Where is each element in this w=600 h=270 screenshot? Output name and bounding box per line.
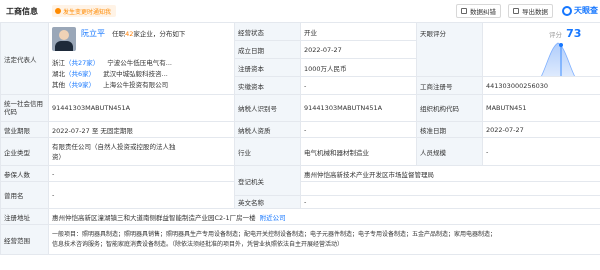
type-value-line1: 有限责任公司（自然人投资或控股的法人独 (52, 142, 176, 151)
orgcode-label: 组织机构代码 (416, 94, 483, 122)
engname-value: - (300, 195, 600, 209)
taxid-value: 91441303MABUTN451A (300, 94, 417, 122)
nearby-companies-link[interactable]: 附近公司 (260, 214, 286, 222)
staff-value: - (482, 137, 600, 166)
taxqual-label: 纳税人资质 (234, 121, 301, 138)
scope-line2: 信息技术咨询服务；智能家庭消费设备制造。（除依法须经批准的项目外，凭营业执照依法… (52, 240, 344, 248)
logo-icon (562, 5, 572, 16)
dist-count[interactable]: （共9家） (65, 81, 95, 89)
rep-cell: 阮立平 任职42家企业，分布如下 浙江（共27家） 宁波公牛低压电气有... 湖北… (48, 22, 235, 95)
scope-line1: 一般项目：照明器具制造；照明器具销售；照明器具生产专用设备制造；配电开关控制设备… (52, 230, 497, 238)
type-label: 企业类型 (0, 137, 49, 166)
export-icon (513, 8, 519, 14)
established-label: 成立日期 (234, 40, 301, 59)
term-label: 营业期限 (0, 121, 49, 138)
formername-value: - (48, 181, 235, 209)
rep-name[interactable]: 阮立平 (81, 29, 105, 38)
approve-label: 核准日期 (416, 121, 483, 138)
industry-label: 行业 (234, 137, 301, 166)
score-cell[interactable]: 评分 73 (482, 22, 600, 77)
insured-value: - (48, 165, 235, 182)
regno-value: 441303000256030 (482, 76, 600, 95)
logo-text: 天眼查 (574, 6, 598, 15)
established-value: 2022-07-27 (300, 40, 417, 59)
dist-row: 湖北（共6家） 武汉中城弘毅科技咨... (52, 69, 172, 80)
score-readout: 评分 73 (549, 27, 581, 40)
report-error-button[interactable]: 数据纠错 (456, 4, 501, 18)
status-label: 经营状态 (234, 22, 301, 41)
paid-capital-label: 实缴资本 (234, 76, 301, 95)
score-distribution-area (541, 43, 575, 76)
approve-value: 2022-07-27 (482, 121, 600, 138)
dist-company[interactable]: 武汉中城弘毅科技咨... (103, 70, 168, 78)
report-error-label: 数据纠错 (470, 8, 496, 16)
avatar[interactable] (52, 27, 76, 51)
notify-badge[interactable]: 发生变更时通知我 (52, 5, 117, 17)
scope-label: 经营范围 (0, 224, 49, 255)
status-value: 开业 (300, 22, 417, 41)
dist-region: 湖北 (52, 70, 65, 78)
section-title: 工商信息 (6, 7, 38, 16)
business-info-table: 法定代表人 阮立平 任职42家企业，分布如下 浙江（共27家） 宁波公牛低压电气有… (0, 22, 600, 255)
export-button[interactable]: 导出数据 (508, 4, 553, 18)
address-cell: 惠州仲恺高新区潼湖镇三和大道南侧群益智能制造产业园C2-1厂房一楼 附近公司 (48, 208, 600, 225)
dist-row: 浙江（共27家） 宁波公牛低压电气有... (52, 58, 172, 69)
rep-summary: 阮立平 任职42家企业，分布如下 (81, 28, 185, 39)
dist-count[interactable]: （共6家） (65, 70, 95, 78)
authority-spacer (300, 181, 600, 196)
engname-label: 英文名称 (234, 195, 301, 209)
rep-role-post: 家企业，分布如下 (133, 30, 186, 38)
dist-company[interactable]: 上海公牛投资有限公司 (103, 81, 168, 89)
taxid-label: 纳税人识别号 (234, 94, 301, 122)
capital-value: 1000万人民币 (300, 58, 417, 77)
score-value: 73 (566, 27, 582, 40)
score-marker-dot (559, 43, 563, 47)
insured-label: 参保人数 (0, 165, 49, 182)
bell-icon (55, 8, 61, 14)
type-value-line2: 资） (52, 152, 65, 161)
export-label: 导出数据 (522, 8, 548, 16)
section-header: 工商信息 发生变更时通知我 数据纠错 导出数据 天眼查 (0, 0, 600, 22)
dist-region: 其他 (52, 81, 65, 89)
dist-company[interactable]: 宁波公牛低压电气有... (107, 59, 172, 67)
staff-label: 人员规模 (416, 137, 483, 166)
formername-label: 曾用名 (0, 181, 49, 209)
term-value: 2022-07-27 至 无固定期限 (48, 121, 235, 138)
credit-code-label: 统一社会信用代码 (0, 94, 49, 122)
dist-count[interactable]: （共27家） (65, 59, 99, 67)
capital-label: 注册资本 (234, 58, 301, 77)
credit-code-value: 91441303MABUTN451A (48, 94, 235, 122)
rep-label: 法定代表人 (0, 22, 49, 95)
address-value: 惠州仲恺高新区潼湖镇三和大道南侧群益智能制造产业园C2-1厂房一楼 (52, 213, 256, 222)
paid-capital-value: - (300, 76, 417, 95)
authority-label: 登记机关 (234, 165, 301, 196)
industry-value: 电气机械和器材制造业 (300, 137, 417, 166)
dist-region: 浙江 (52, 59, 65, 67)
regno-label: 工商注册号 (416, 76, 483, 95)
taxqual-value: - (300, 121, 417, 138)
address-label: 注册地址 (0, 208, 49, 225)
rep-role-pre: 任职 (112, 30, 126, 38)
dist-row: 其他（共9家） 上海公牛投资有限公司 (52, 80, 172, 91)
orgcode-value: MABUTN451 (482, 94, 600, 122)
rep-distribution: 浙江（共27家） 宁波公牛低压电气有... 湖北（共6家） 武汉中城弘毅科技咨...… (52, 58, 172, 91)
notify-text: 发生变更时通知我 (63, 8, 112, 16)
score-text: 评分 (549, 31, 562, 39)
scope-value: 一般项目：照明器具制造；照明器具销售；照明器具生产专用设备制造；配电开关控制设备… (48, 224, 600, 255)
score-label: 天眼评分 (416, 22, 483, 77)
tianyancha-logo: 天眼查 (562, 5, 598, 16)
type-value: 有限责任公司（自然人投资或控股的法人独 资） (48, 137, 235, 166)
authority-value: 惠州仲恺高新技术产业开发区市场监督管理局 (300, 165, 600, 182)
edit-icon (461, 8, 467, 14)
